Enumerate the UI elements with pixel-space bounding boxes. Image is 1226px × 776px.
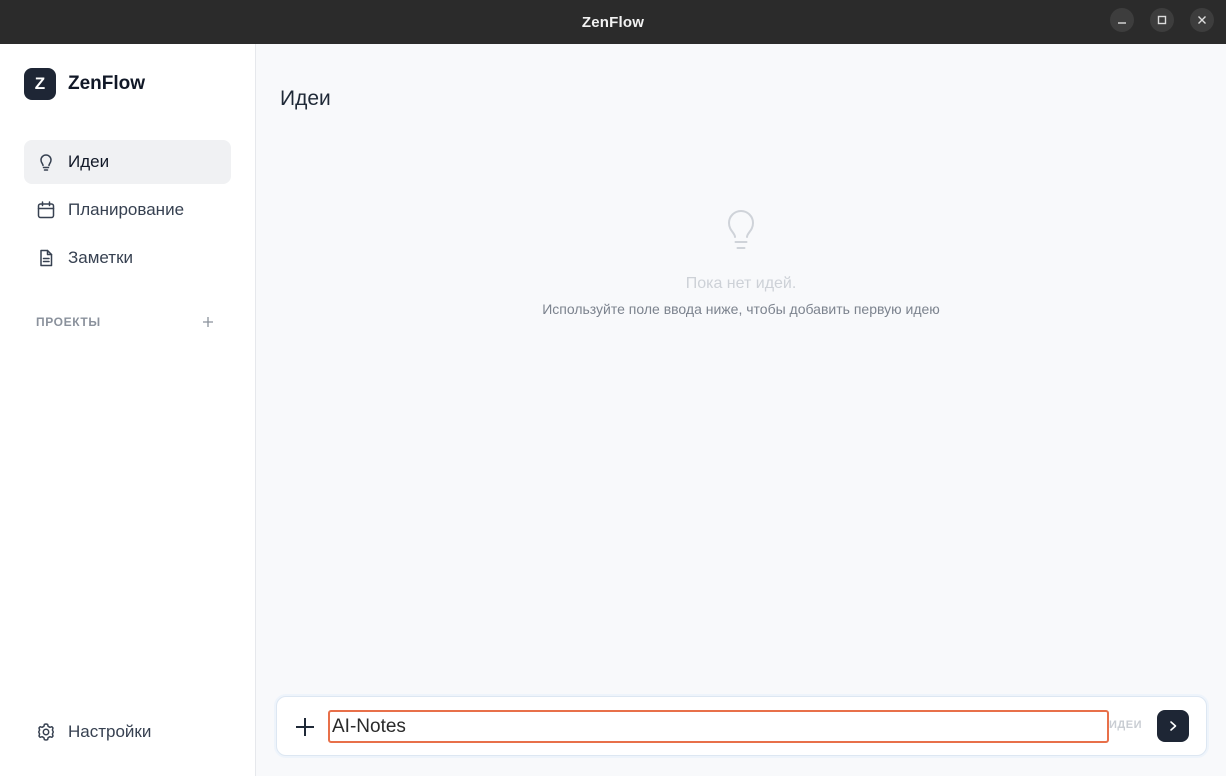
sidebar-item-label: Заметки: [68, 248, 134, 267]
sidebar-item-notes[interactable]: Заметки: [24, 236, 231, 280]
empty-state-subtitle: Используйте поле ввода ниже, чтобы добав…: [542, 301, 940, 317]
main-content: Идеи Пока нет идей. Используйте поле вво…: [256, 44, 1226, 776]
plus-icon: [296, 718, 314, 736]
brand-name: ZenFlow: [68, 73, 146, 94]
sidebar-item-planning[interactable]: Планирование: [24, 188, 231, 232]
window-controls: [1110, 8, 1214, 32]
maximize-icon: [1157, 15, 1167, 25]
lightbulb-icon: [40, 154, 52, 171]
add-attachment-button[interactable]: [293, 715, 317, 739]
sidebar: Z ZenFlow Идеи Планирование Заметки ПРОЕ…: [0, 44, 256, 776]
sidebar-item-settings[interactable]: Настройки: [24, 710, 231, 754]
window-title: ZenFlow: [581, 13, 645, 31]
projects-label: ПРОЕКТЫ: [36, 315, 101, 329]
idea-input[interactable]: [328, 710, 1109, 743]
close-icon: [1198, 16, 1206, 24]
sidebar-item-label: Планирование: [68, 200, 185, 219]
window-titlebar: ZenFlow: [0, 0, 1226, 44]
sidebar-nav: Идеи Планирование Заметки: [24, 140, 231, 284]
settings-label: Настройки: [68, 722, 152, 741]
lightbulb-icon: [728, 210, 754, 249]
maximize-button[interactable]: [1150, 8, 1174, 32]
page-title: Идеи: [280, 87, 331, 110]
brand[interactable]: Z ZenFlow: [24, 68, 145, 100]
sidebar-item-label: Идеи: [68, 152, 110, 171]
brand-logo: Z: [24, 68, 56, 100]
close-button[interactable]: [1190, 8, 1214, 32]
projects-header: ПРОЕКТЫ: [36, 314, 216, 330]
minimize-icon: [1118, 22, 1126, 24]
gear-icon: [37, 723, 55, 741]
sidebar-item-ideas[interactable]: Идеи: [24, 140, 231, 184]
idea-composer: ИДЕИ: [276, 696, 1207, 756]
composer-category-tag: ИДЕИ: [1109, 719, 1142, 731]
calendar-icon: [37, 201, 55, 219]
empty-state-title: Пока нет идей.: [685, 275, 797, 292]
minimize-button[interactable]: [1110, 8, 1134, 32]
send-button[interactable]: [1157, 710, 1189, 742]
chevron-right-icon: [1170, 721, 1177, 731]
document-icon: [40, 249, 53, 267]
empty-state: Пока нет идей. Используйте поле ввода ни…: [256, 210, 1226, 317]
plus-icon: [203, 317, 213, 327]
add-project-button[interactable]: [200, 314, 216, 330]
